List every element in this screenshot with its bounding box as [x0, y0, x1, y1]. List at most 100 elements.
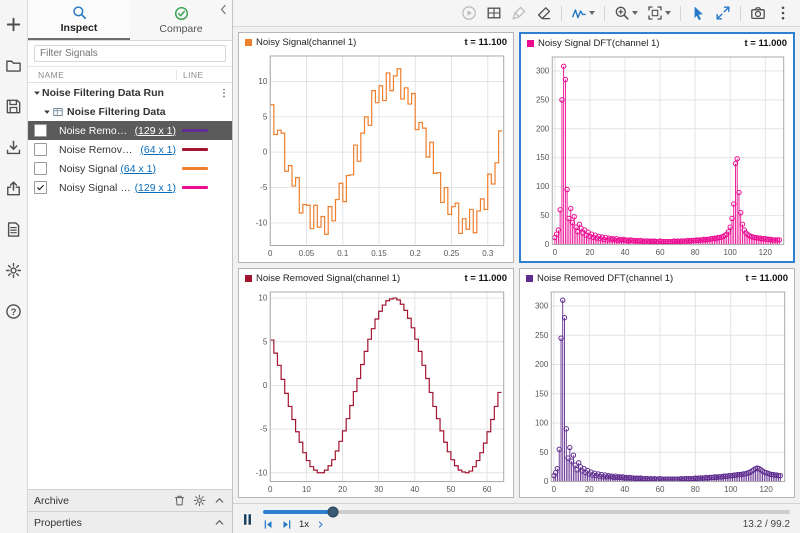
svg-text:80: 80: [691, 248, 700, 257]
plot-panel-noisy-signal[interactable]: Noisy Signal(channel 1)t = 11.100 00.050.…: [238, 32, 514, 263]
plot-panel-noise-removed-signal[interactable]: Noise Removed Signal(channel 1)t = 11.00…: [238, 268, 514, 499]
speed-menu-icon[interactable]: [316, 520, 325, 529]
timeline-handle[interactable]: [328, 507, 339, 518]
inspect-icon: [72, 5, 87, 20]
chevron-down-icon[interactable]: [42, 107, 52, 117]
svg-text:120: 120: [759, 248, 773, 257]
chart-noisy-dft[interactable]: 020406080100120050100150200250300: [523, 52, 791, 259]
properties-bar[interactable]: Properties: [28, 511, 232, 533]
layout-grid-icon[interactable]: [486, 5, 502, 21]
svg-text:0.15: 0.15: [371, 249, 387, 258]
plot-panel-noise-removed-dft[interactable]: Noise Removed DFT(channel 1)t = 11.000 0 2…: [519, 268, 795, 499]
import-icon[interactable]: [5, 139, 22, 156]
tree-signal-row[interactable]: Noisy Signal(64 x 1): [28, 159, 232, 178]
tree-signal-row[interactable]: Noisy Signal DFT(129 x 1): [28, 178, 232, 197]
svg-text:0: 0: [268, 485, 273, 494]
signal-dims-link[interactable]: (129 x 1): [135, 125, 176, 137]
svg-text:0: 0: [552, 485, 557, 494]
plot-time-value: t = 11.000: [744, 38, 787, 49]
tree-signal-row[interactable]: Noise Removed Si(64 x 1): [28, 140, 232, 159]
filter-signals-input[interactable]: [34, 45, 226, 62]
plot-header: Noise Removed DFT(channel 1)t = 11.000: [520, 269, 794, 287]
signal-style-icon[interactable]: [571, 5, 595, 21]
settings-icon[interactable]: [5, 262, 22, 279]
chevron-down-icon[interactable]: [32, 88, 42, 98]
archive-collapse-icon[interactable]: [213, 494, 226, 507]
svg-text:10: 10: [302, 485, 311, 494]
signal-checkbox[interactable]: [34, 162, 47, 175]
brush-icon[interactable]: [511, 5, 527, 21]
svg-text:20: 20: [338, 485, 347, 494]
expand-icon[interactable]: [715, 5, 731, 21]
tree-group-row[interactable]: Noise Filtering Data: [28, 102, 232, 121]
pause-button[interactable]: [240, 512, 255, 527]
signal-checkbox[interactable]: [34, 143, 47, 156]
pointer-icon[interactable]: [690, 5, 706, 21]
svg-text:100: 100: [724, 248, 738, 257]
trash-icon[interactable]: [173, 494, 186, 507]
plot-title: Noisy Signal(channel 1): [256, 37, 464, 48]
open-folder-icon[interactable]: [5, 57, 22, 74]
plot-panel-noisy-dft[interactable]: Noisy Signal DFT(channel 1)t = 11.000020…: [519, 32, 795, 263]
svg-text:?: ?: [11, 307, 17, 318]
archive-settings-icon[interactable]: [193, 494, 206, 507]
svg-text:60: 60: [483, 485, 492, 494]
legend-swatch: [245, 39, 252, 46]
playback-controls: 1x 13.2 / 99.2: [263, 519, 790, 530]
app-root: ? Inspect Compare NAME LINE Noise Filter…: [0, 0, 800, 533]
timeline-slider[interactable]: [263, 510, 790, 514]
line-style-swatch: [182, 148, 208, 151]
plot-body: 020406080100120050100150200250300: [521, 52, 793, 261]
svg-text:-5: -5: [260, 424, 268, 433]
svg-text:40: 40: [621, 248, 630, 257]
collapse-sidebar-button[interactable]: [217, 3, 230, 16]
svg-text:250: 250: [536, 95, 550, 104]
step-back-button[interactable]: [263, 519, 274, 530]
export-icon[interactable]: [5, 180, 22, 197]
add-icon[interactable]: [5, 16, 22, 33]
svg-text:60: 60: [656, 248, 665, 257]
plot-title: Noise Removed Signal(channel 1): [256, 273, 464, 284]
toolbar-separator: [680, 6, 681, 21]
plot-header: Noisy Signal DFT(channel 1)t = 11.000: [521, 34, 793, 52]
tree-group-row[interactable]: Noise Filtering Data Run: [28, 83, 232, 102]
properties-collapse-icon[interactable]: [213, 516, 226, 529]
svg-text:10: 10: [258, 293, 267, 302]
svg-text:50: 50: [446, 485, 455, 494]
tab-inspect[interactable]: Inspect: [28, 0, 130, 40]
signal-dims-link[interactable]: (64 x 1): [140, 144, 176, 156]
signal-dims-link[interactable]: (129 x 1): [135, 182, 176, 194]
main-area: Noisy Signal(channel 1)t = 11.100 00.050.…: [233, 0, 800, 533]
zoom-in-icon[interactable]: [614, 5, 638, 21]
kebab-menu-icon[interactable]: [218, 86, 230, 100]
playback-speed[interactable]: 1x: [299, 519, 309, 530]
legend-swatch: [245, 275, 252, 282]
save-icon[interactable]: [5, 98, 22, 115]
plots-grid: Noisy Signal(channel 1)t = 11.100 00.050.…: [233, 27, 800, 503]
signal-dims-link[interactable]: (64 x 1): [120, 163, 156, 175]
svg-text:20: 20: [585, 485, 594, 494]
camera-icon[interactable]: [750, 5, 766, 21]
archive-bar[interactable]: Archive: [28, 489, 232, 511]
chart-noise-removed-signal[interactable]: 0102030405060-10-50510: [241, 287, 511, 496]
tree-signal-row[interactable]: Noise Removed D(129 x 1): [28, 121, 232, 140]
plot-time-value: t = 11.100: [464, 37, 507, 48]
chart-noise-removed-dft[interactable]: 020406080100120050100150200250300: [522, 287, 792, 496]
svg-text:200: 200: [535, 360, 549, 369]
report-icon[interactable]: [5, 221, 22, 238]
eraser-icon[interactable]: [536, 5, 552, 21]
record-icon[interactable]: [461, 5, 477, 21]
more-icon[interactable]: [775, 5, 791, 21]
signal-label: Noise Removed D: [59, 125, 132, 137]
help-icon[interactable]: ?: [5, 303, 22, 320]
step-forward-button[interactable]: [281, 519, 292, 530]
playback-right: 1x 13.2 / 99.2: [263, 508, 790, 530]
signal-checkbox[interactable]: [34, 181, 47, 194]
svg-text:0: 0: [553, 248, 558, 257]
sidebar: Inspect Compare NAME LINE Noise Filterin…: [28, 0, 233, 533]
fit-view-icon[interactable]: [647, 5, 671, 21]
svg-text:100: 100: [724, 485, 738, 494]
chart-noisy-signal[interactable]: 00.050.10.150.20.250.3-10-50510: [241, 51, 511, 260]
signal-checkbox[interactable]: [34, 124, 47, 137]
svg-text:60: 60: [656, 485, 665, 494]
